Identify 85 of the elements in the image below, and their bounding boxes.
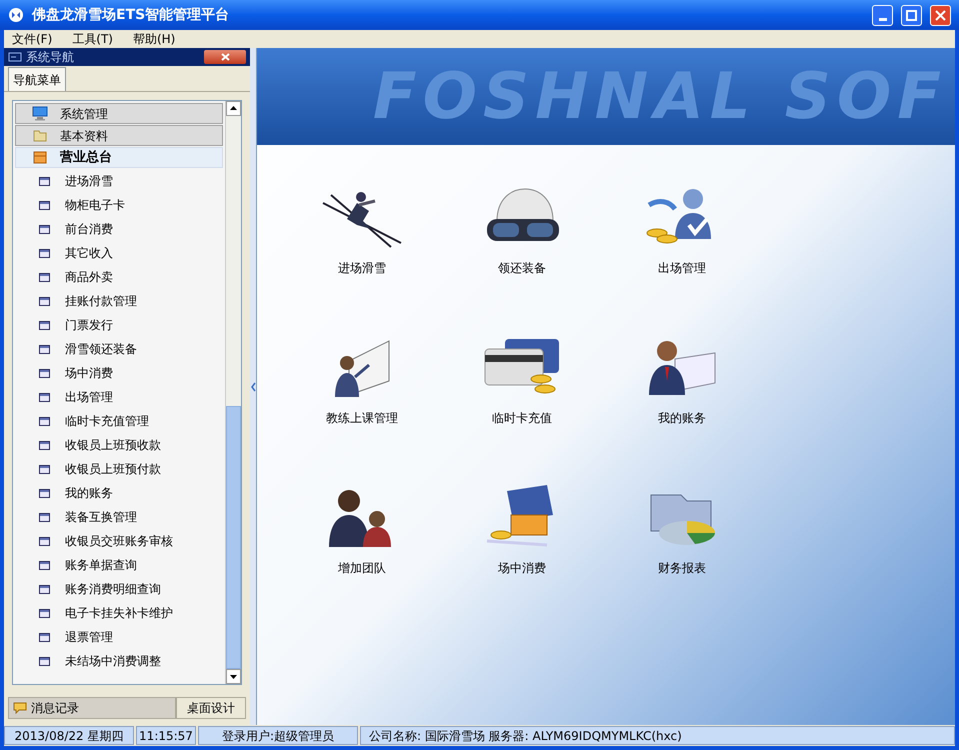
window-icon xyxy=(39,368,50,378)
menu-item[interactable]: 工具(T) xyxy=(68,30,117,48)
tree-item[interactable]: 装备互换管理 xyxy=(13,505,225,529)
tree-item[interactable]: 其它收入 xyxy=(13,241,225,265)
desktop-shortcut[interactable]: 我的账务 xyxy=(602,335,762,473)
tree-item[interactable]: 我的账务 xyxy=(13,481,225,505)
tree-item[interactable]: 收银员交班账务审核 xyxy=(13,529,225,553)
desktop-shortcut[interactable]: 财务报表 xyxy=(602,485,762,623)
tree-item[interactable]: 物柜电子卡 xyxy=(13,193,225,217)
tree-item[interactable]: 挂账付款管理 xyxy=(13,289,225,313)
menu-item[interactable]: 帮助(H) xyxy=(128,30,180,48)
window-icon xyxy=(39,200,50,210)
desktop-design-button[interactable]: 桌面设计 xyxy=(176,697,246,719)
tree-item[interactable]: 进场滑雪 xyxy=(13,169,225,193)
panel-title: 系统导航 xyxy=(26,49,75,66)
tree-group[interactable]: 基本资料 xyxy=(15,125,223,146)
scroll-thumb[interactable] xyxy=(226,406,241,669)
chat-icon xyxy=(13,702,27,714)
tree-item[interactable]: 出场管理 xyxy=(13,385,225,409)
tree-item[interactable]: 电子卡挂失补卡维护 xyxy=(13,601,225,625)
window-icon xyxy=(39,416,50,426)
window-icon xyxy=(39,584,50,594)
app-logo-icon xyxy=(8,7,24,23)
scroll-down-icon[interactable] xyxy=(226,669,241,684)
minimize-icon xyxy=(878,18,886,20)
tree-item[interactable]: 收银员上班预付款 xyxy=(13,457,225,481)
maximize-button[interactable] xyxy=(901,4,922,26)
window-icon xyxy=(39,632,50,642)
tree-item[interactable]: 场中消费 xyxy=(13,361,225,385)
message-log-tab[interactable]: 消息记录 xyxy=(8,697,176,719)
desktop-shortcut[interactable]: 领还装备 xyxy=(442,185,602,323)
window-icon xyxy=(39,536,50,546)
desktop-shortcut[interactable]: 增加团队 xyxy=(282,485,442,623)
close-icon xyxy=(220,53,230,61)
window-title: 佛盘龙滑雪场ETS智能管理平台 xyxy=(32,6,230,24)
status-field: 登录用户:超级管理员 xyxy=(198,726,358,745)
window-icon xyxy=(39,248,50,258)
close-button[interactable] xyxy=(930,4,951,26)
window-icon xyxy=(39,320,50,330)
window-icon xyxy=(39,392,50,402)
close-icon xyxy=(935,10,946,20)
tree-item[interactable]: 前台消费 xyxy=(13,217,225,241)
window-icon xyxy=(39,224,50,234)
drawer-icon xyxy=(32,150,48,165)
window-icon xyxy=(39,344,50,354)
tree-item[interactable]: 门票发行 xyxy=(13,313,225,337)
tree-item[interactable]: 滑雪领还装备 xyxy=(13,337,225,361)
scroll-up-icon[interactable] xyxy=(226,101,241,116)
window-icon xyxy=(39,296,50,306)
tree-item[interactable]: 收银员上班预收款 xyxy=(13,433,225,457)
maximize-icon xyxy=(906,10,917,20)
desktop-shortcut[interactable]: 出场管理 xyxy=(602,185,762,323)
monitor-icon xyxy=(32,106,48,121)
status-field: 2013/08/22 星期四 xyxy=(4,726,134,745)
desktop-shortcut[interactable]: 教练上课管理 xyxy=(282,335,442,473)
window-icon xyxy=(39,176,50,186)
window-icon xyxy=(39,560,50,570)
window-icon xyxy=(39,488,50,498)
desktop-shortcut[interactable]: 场中消费 xyxy=(442,485,602,623)
menu-item[interactable]: 文件(F) xyxy=(8,30,56,48)
minimize-button[interactable] xyxy=(872,4,893,26)
window-icon xyxy=(39,656,50,666)
desktop-shortcut[interactable]: 临时卡充值 xyxy=(442,335,602,473)
window-icon xyxy=(39,512,50,522)
tree-item[interactable]: 商品外卖 xyxy=(13,265,225,289)
panel-close-button[interactable] xyxy=(204,50,246,64)
window-icon xyxy=(39,440,50,450)
status-field: 11:15:57 xyxy=(136,726,196,745)
window-icon xyxy=(39,272,50,282)
tree-group[interactable]: 营业总台 xyxy=(15,147,223,168)
nav-tab[interactable]: 导航菜单 xyxy=(8,67,66,91)
window-icon xyxy=(39,608,50,618)
panel-icon xyxy=(8,52,22,62)
tree-item[interactable]: 临时卡充值管理 xyxy=(13,409,225,433)
desktop-shortcut[interactable]: 进场滑雪 xyxy=(282,185,442,323)
tree-item[interactable]: 账务单据查询 xyxy=(13,553,225,577)
tree-group[interactable]: 系统管理 xyxy=(15,103,223,124)
tree-item[interactable]: 账务消费明细查询 xyxy=(13,577,225,601)
tree-item[interactable]: 未结场中消费调整 xyxy=(13,649,225,673)
scrollbar[interactable] xyxy=(225,101,241,684)
collapse-icon[interactable] xyxy=(250,382,256,392)
status-field: 公司名称: 国际滑雪场 服务器: ALYM69IDQMYMLKC(hxc) xyxy=(360,726,955,745)
tree-item[interactable]: 退票管理 xyxy=(13,625,225,649)
window-icon xyxy=(39,464,50,474)
folder-icon xyxy=(32,128,48,143)
